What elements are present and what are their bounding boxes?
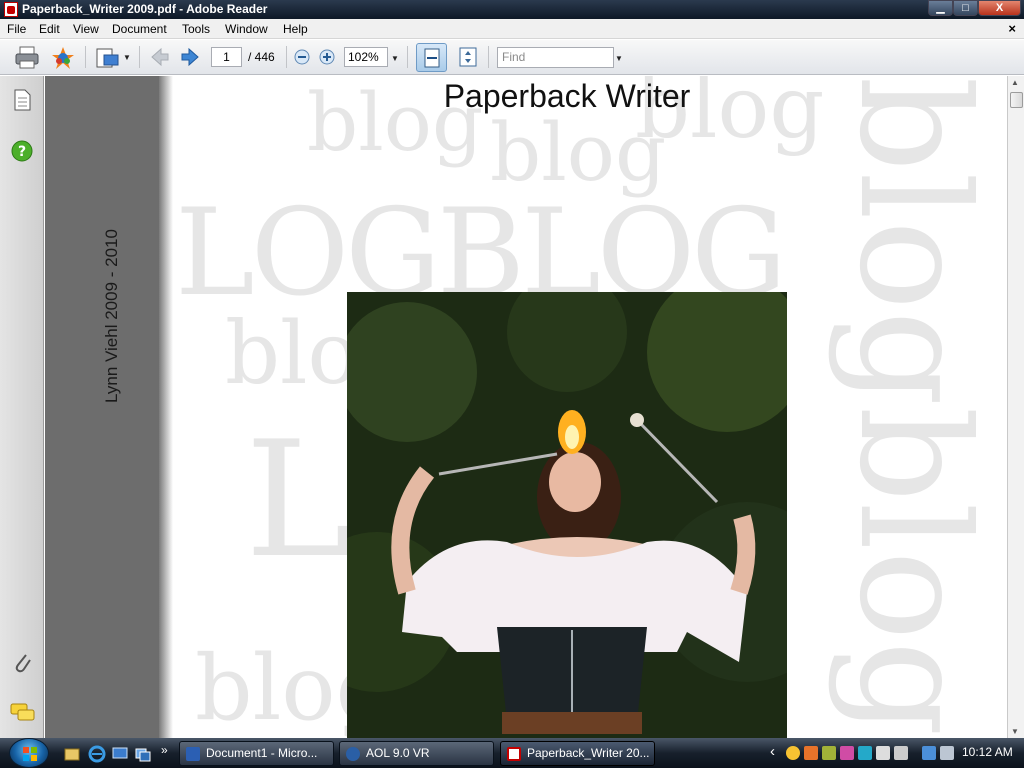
- pages-panel-icon[interactable]: [11, 88, 33, 112]
- quick-launch-folder-icon[interactable]: [64, 746, 80, 762]
- taskbar-button-adobe-reader[interactable]: Paperback_Writer 20...: [500, 741, 655, 766]
- collaborate-star-icon[interactable]: [51, 46, 75, 70]
- windows-logo-icon: [23, 747, 37, 761]
- margin-shadow: [159, 76, 173, 738]
- menu-tools[interactable]: Tools: [182, 22, 210, 36]
- zoom-in-icon[interactable]: [319, 49, 335, 65]
- quick-launch-more-button[interactable]: »: [161, 743, 168, 757]
- help-icon[interactable]: ?: [11, 140, 33, 162]
- tray-photo-icon[interactable]: [840, 746, 854, 760]
- close-window-button[interactable]: X: [978, 0, 1021, 16]
- menu-file[interactable]: File: [7, 22, 26, 36]
- taskbar-button-label: AOL 9.0 VR: [366, 746, 430, 760]
- tray-safely-remove-icon[interactable]: [894, 746, 908, 760]
- taskbar-button-label: Paperback_Writer 20...: [527, 746, 650, 760]
- tray-messenger-icon[interactable]: [786, 746, 800, 760]
- attachments-paperclip-icon[interactable]: [11, 650, 33, 674]
- tray-network-icon[interactable]: [922, 746, 936, 760]
- show-hidden-icons-button[interactable]: ‹: [770, 743, 775, 760]
- menu-edit[interactable]: Edit: [39, 22, 60, 36]
- tray-volume-icon[interactable]: [940, 746, 954, 760]
- navigation-panel: ?: [0, 76, 44, 738]
- quick-launch-internet-explorer-icon[interactable]: [88, 745, 106, 763]
- share-dropdown-arrow-icon[interactable]: ▼: [123, 53, 131, 62]
- adobe-reader-app-icon[interactable]: [4, 2, 18, 17]
- taskbar-button-label: Document1 - Micro...: [206, 746, 318, 760]
- system-clock[interactable]: 10:12 AM: [962, 745, 1013, 759]
- zoom-out-icon[interactable]: [294, 49, 310, 65]
- document-title: Paperback Writer: [443, 78, 691, 114]
- word-document-icon: [186, 747, 200, 761]
- taskbar-button-aol[interactable]: AOL 9.0 VR: [339, 741, 494, 766]
- find-input[interactable]: Find: [497, 47, 614, 68]
- close-document-button[interactable]: ×: [1008, 21, 1016, 36]
- zoom-dropdown-arrow-icon[interactable]: ▼: [391, 54, 399, 63]
- fit-width-icon: [424, 48, 440, 68]
- menu-help[interactable]: Help: [283, 22, 308, 36]
- windows-taskbar: » Document1 - Micro... AOL 9.0 VR Paperb…: [0, 738, 1024, 768]
- svg-text:?: ?: [18, 144, 26, 160]
- tray-speedtray-icon[interactable]: [822, 746, 836, 760]
- author-vertical-label: Lynn Viehl 2009 - 2010: [102, 229, 121, 403]
- tray-one-icon[interactable]: [858, 746, 872, 760]
- menu-window[interactable]: Window: [225, 22, 268, 36]
- start-button[interactable]: [9, 738, 49, 768]
- cover-photo-fire-eater: [347, 292, 787, 738]
- quick-launch-desktop-icon[interactable]: [112, 746, 128, 762]
- fit-width-button[interactable]: [416, 43, 447, 72]
- fit-page-icon[interactable]: [457, 46, 479, 68]
- vertical-scrollbar[interactable]: ▲ ▼: [1007, 76, 1024, 738]
- scroll-up-arrow-icon[interactable]: ▲: [1011, 78, 1019, 87]
- tray-a-icon[interactable]: [876, 746, 890, 760]
- menu-view[interactable]: View: [73, 22, 99, 36]
- tray-update-icon[interactable]: [804, 746, 818, 760]
- previous-page-icon[interactable]: [150, 47, 170, 67]
- share-tools-icon[interactable]: [94, 46, 120, 70]
- title-bar: Paperback_Writer 2009.pdf - Adobe Reader…: [0, 0, 1024, 19]
- minimize-button[interactable]: ▁: [928, 0, 953, 16]
- window-title: Paperback_Writer 2009.pdf - Adobe Reader: [22, 2, 268, 16]
- quick-launch-switch-windows-icon[interactable]: [135, 746, 151, 762]
- zoom-level-input[interactable]: 102%: [344, 47, 388, 67]
- menu-bar: File Edit View Document Tools Window Hel…: [0, 19, 1024, 39]
- page-total-label: / 446: [248, 50, 275, 64]
- maximize-button[interactable]: □: [953, 0, 978, 16]
- next-page-icon[interactable]: [180, 47, 200, 67]
- document-view[interactable]: blog blog blog LOGBLOG blog LOG blog blo…: [45, 76, 1007, 738]
- comments-icon[interactable]: [10, 702, 36, 724]
- aol-icon: [346, 747, 360, 761]
- scrollbar-thumb[interactable]: [1010, 92, 1023, 108]
- pdf-document-icon: [507, 747, 521, 761]
- print-icon[interactable]: [14, 46, 40, 70]
- find-dropdown-arrow-icon[interactable]: ▼: [615, 54, 623, 63]
- menu-document[interactable]: Document: [112, 22, 167, 36]
- taskbar-button-word[interactable]: Document1 - Micro...: [179, 741, 334, 766]
- scroll-down-arrow-icon[interactable]: ▼: [1011, 727, 1019, 736]
- toolbar: ▼ 1 / 446 102% ▼ Find ▼: [0, 40, 1024, 75]
- page-number-input[interactable]: 1: [211, 47, 242, 67]
